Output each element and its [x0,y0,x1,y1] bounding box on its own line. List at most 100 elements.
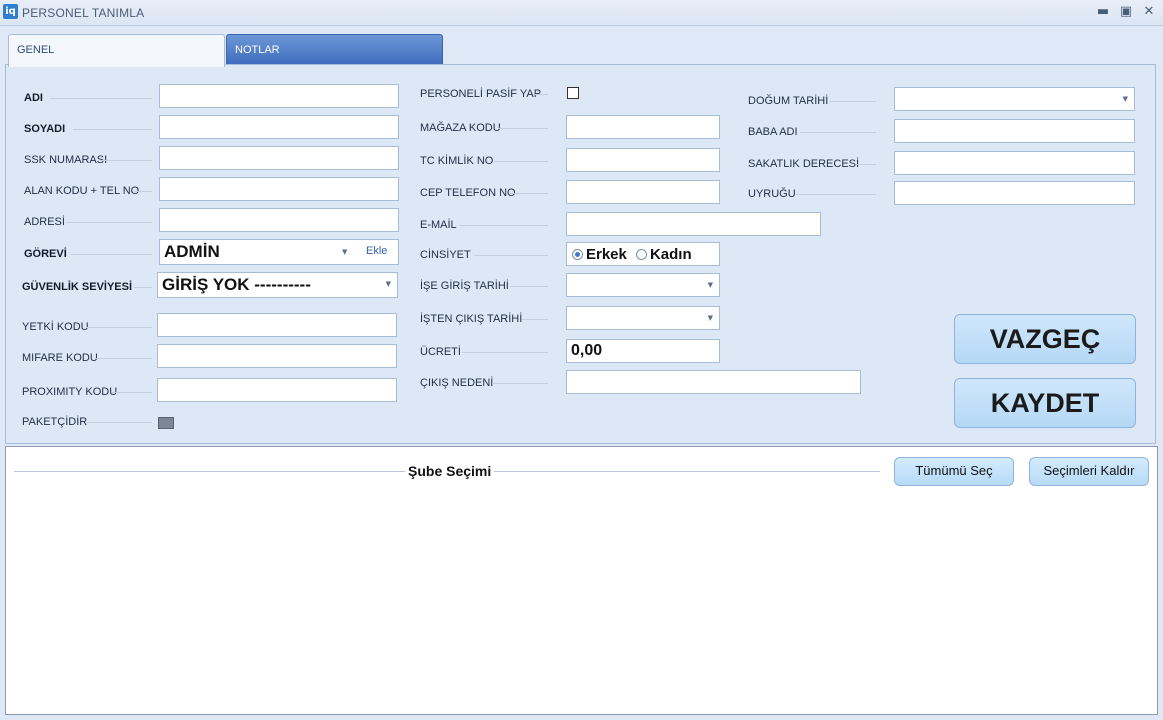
dogum-label: DOĞUM TARİHİ [748,95,829,107]
label-divider [50,98,152,99]
label-divider [134,191,152,192]
sube-secimi-title: Şube Seçimi [405,463,495,479]
cikis-nedeni-label: ÇIKIŞ NEDENİ [420,377,494,389]
minimize-icon[interactable]: ▬ [1094,3,1112,21]
email-input[interactable] [566,212,821,236]
label-divider [800,132,876,133]
sakatlik-input[interactable] [894,151,1135,175]
label-divider [73,129,152,130]
label-divider [100,160,152,161]
magaza-label: MAĞAZA KODU [420,122,501,134]
adres-label: ADRESİ [24,216,65,228]
label-divider [112,392,152,393]
isten-cikis-date[interactable]: ▼ [566,306,720,330]
label-divider [474,255,548,256]
ucret-input[interactable]: 0,00 [566,339,720,363]
cep-input[interactable] [566,180,720,204]
pasif-checkbox[interactable] [567,87,579,99]
chevron-down-icon[interactable]: ▼ [342,248,347,256]
label-divider [86,327,152,328]
ekle-link[interactable]: Ekle [366,245,387,257]
ise-giris-date[interactable]: ▼ [566,273,720,297]
label-divider [66,222,152,223]
soyadi-label: SOYADI [24,123,66,135]
baba-label: BABA ADI [748,126,798,138]
adres-input[interactable] [159,208,399,232]
branch-selection-panel [5,446,1158,715]
gorevi-label: GÖREVİ [24,248,67,260]
proximity-label: PROXIMITY KODU [22,386,118,398]
chevron-down-icon[interactable]: ▼ [708,314,713,322]
ssk-input[interactable] [159,146,399,170]
alan-kodu-input[interactable] [159,177,399,201]
tc-input[interactable] [566,148,720,172]
label-divider [796,194,876,195]
yetki-input[interactable] [157,313,397,337]
window-title: PERSONEL TANIMLA [22,6,145,20]
mifare-input[interactable] [157,344,397,368]
title-bar: iq PERSONEL TANIMLA ▬ ▣ ✕ [0,0,1163,26]
label-divider [856,164,876,165]
gorevi-value: ADMİN [164,242,220,261]
radio-unselected-icon [635,249,647,260]
ise-giris-label: İŞE GİRİŞ TARİHİ [420,280,509,292]
label-divider [462,352,548,353]
adi-input[interactable] [159,84,399,108]
label-divider [522,319,548,320]
soyadi-input[interactable] [159,115,399,139]
close-icon[interactable]: ✕ [1140,3,1158,21]
paketci-checkbox[interactable] [158,417,174,429]
dogum-date[interactable]: ▼ [894,87,1135,111]
label-divider [492,383,548,384]
label-divider [86,422,152,423]
chevron-down-icon[interactable]: ▼ [1123,95,1128,103]
label-divider [460,225,548,226]
proximity-input[interactable] [157,378,397,402]
guvenlik-label: GÜVENLİK SEVİYESİ [22,281,133,293]
label-divider [134,287,152,288]
label-divider [510,193,548,194]
email-label: E-MAİL [420,219,457,231]
alan-kodu-label: ALAN KODU + TEL NO [24,185,140,197]
radio-erkek[interactable]: Erkek [572,246,627,263]
uyrugu-label: UYRUĞU [748,188,796,200]
ssk-label: SSK NUMARASI [24,154,108,166]
label-divider [70,254,152,255]
cikis-nedeni-input[interactable] [566,370,861,394]
kaydet-button[interactable]: KAYDET [954,378,1136,428]
radio-kadin[interactable]: Kadın [635,246,692,263]
label-divider [510,286,548,287]
clear-selection-button[interactable]: Seçimleri Kaldır [1029,457,1149,486]
tab-notlar[interactable]: NOTLAR [226,34,443,65]
label-divider [498,128,548,129]
mifare-label: MIFARE KODU [22,352,98,364]
chevron-down-icon[interactable]: ▼ [386,280,391,288]
select-all-button[interactable]: Tümümü Seç [894,457,1014,486]
baba-input[interactable] [894,119,1135,143]
cinsiyet-label: CİNSİYET [420,249,471,261]
uyrugu-input[interactable] [894,181,1135,205]
maximize-icon[interactable]: ▣ [1117,3,1135,21]
cinsiyet-radio-group: Erkek Kadın [566,242,720,266]
ucret-label: ÜCRETİ [420,346,461,358]
tab-genel[interactable]: GENEL [8,34,225,67]
cep-label: CEP TELEFON NO [420,187,516,199]
label-divider [830,101,876,102]
app-logo-icon: iq [3,4,18,19]
yetki-label: YETKİ KODU [22,321,89,333]
label-divider [494,161,548,162]
gorevi-combo[interactable]: ADMİN ▼ Ekle [159,239,399,265]
paketci-label: PAKETÇİDİR [22,416,88,428]
isten-cikis-label: İŞTEN ÇIKIŞ TARİHİ [420,313,523,325]
vazgec-button[interactable]: VAZGEÇ [954,314,1136,364]
tc-label: TC KİMLİK NO [420,155,494,167]
magaza-input[interactable] [566,115,720,139]
label-divider [96,358,152,359]
chevron-down-icon[interactable]: ▼ [708,281,713,289]
label-divider [534,94,548,95]
guvenlik-value: GİRİŞ YOK ---------- [162,275,311,294]
sakatlik-label: SAKATLIK DERECESİ [748,158,860,170]
adi-label: ADI [24,92,43,104]
guvenlik-combo[interactable]: GİRİŞ YOK ---------- ▼ [157,272,398,298]
ucret-value: 0,00 [571,342,603,359]
